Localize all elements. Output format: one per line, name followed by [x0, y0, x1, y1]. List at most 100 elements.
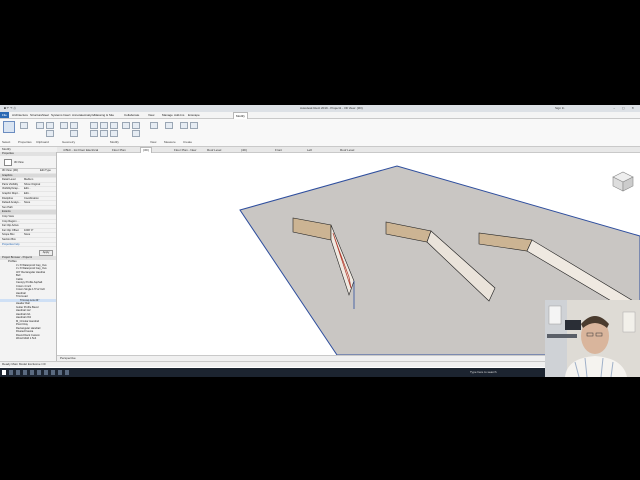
ribbon-tab-manage[interactable]: Manage — [162, 113, 173, 117]
ribbon-tab-systems[interactable]: Systems — [51, 113, 63, 117]
view-tab[interactable]: {4D} — [241, 148, 247, 152]
mirror-icon[interactable] — [110, 122, 118, 129]
ribbon-tab-view[interactable]: View — [148, 113, 154, 117]
panel-geometry: Geometry — [62, 140, 76, 144]
view-tab[interactable]: Floor Plan - New — [174, 148, 196, 152]
type-name: 3D View — [14, 161, 24, 164]
property-label: Detail Level — [2, 178, 16, 182]
property-label: Graphic Displ... — [2, 191, 20, 195]
title-bar: ◙ ↶ ↷ ⎙ Autodesk Revit 2019 - Project1 -… — [0, 105, 640, 112]
view-tab[interactable]: Roof Level — [340, 148, 354, 152]
project-browser: Project Browser - Project1 Profiles 3 x 8… — [0, 256, 56, 341]
align-icon[interactable] — [90, 122, 98, 129]
perspective-label[interactable]: Perspective — [60, 356, 76, 360]
window-controls[interactable]: – ▢ ✕ — [613, 106, 637, 110]
ribbon-tab-row: File Architecture Structure Steel Systems Ins… — [0, 112, 640, 119]
status-bar: Ready Main Model Exclusive ⊡0 — [0, 361, 640, 367]
ribbon-tab-collaborate[interactable]: Collaborate — [124, 113, 139, 117]
view-tab[interactable]: Floor Plan — [112, 148, 126, 152]
create-parts-icon[interactable] — [190, 122, 198, 129]
properties-help-link[interactable]: Properties help — [0, 243, 56, 248]
panel-measure: Measure — [164, 140, 176, 144]
browser-item[interactable]: Wood Mold 1.5x4 — [0, 337, 56, 341]
ribbon-tab-architecture[interactable]: Architecture — [12, 113, 28, 117]
modify-tool-icon[interactable] — [3, 121, 15, 133]
property-value[interactable]: None — [24, 233, 30, 237]
property-label: Crop View — [2, 214, 14, 218]
property-value[interactable]: 1000' 0" — [24, 229, 33, 233]
ribbon-tab-file[interactable]: File — [0, 112, 9, 118]
property-value[interactable]: Medium — [24, 178, 33, 182]
properties-icon[interactable] — [20, 122, 28, 129]
copy-icon[interactable] — [46, 130, 54, 137]
property-value[interactable]: Edit... — [24, 187, 31, 191]
mail-icon[interactable] — [30, 370, 34, 375]
windows-taskbar: Type here to search — [0, 368, 640, 377]
ribbon-tab-structure[interactable]: Structure — [30, 113, 42, 117]
property-value[interactable]: Show Original — [24, 183, 40, 187]
panel-select: Select — [2, 140, 11, 144]
trim-icon[interactable] — [110, 130, 118, 137]
measure-icon[interactable] — [165, 122, 173, 129]
ribbon-tab-annotate[interactable]: Annotate — [72, 113, 84, 117]
property-label: Discipline — [2, 196, 14, 200]
ribbon-tab-add-ins[interactable]: Add-Ins — [174, 113, 184, 117]
join-icon[interactable] — [60, 122, 68, 129]
quick-access-toolbar[interactable]: ◙ ↶ ↷ ⎙ — [4, 106, 16, 110]
split-icon[interactable] — [122, 122, 130, 129]
status-text: Ready Main Model Exclusive ⊡0 — [2, 362, 46, 366]
property-value[interactable]: Edit... — [24, 192, 31, 196]
ribbon-tab-enscape[interactable]: Enscape — [188, 113, 200, 117]
property-label: Default Analys... — [2, 201, 21, 205]
panel-modify: Modify — [110, 140, 119, 144]
excel-icon[interactable] — [51, 370, 55, 375]
cut-geometry-icon[interactable] — [70, 130, 78, 137]
sign-in-link[interactable]: Sign In — [555, 106, 564, 110]
panel-view: View — [150, 140, 157, 144]
taskbar-search[interactable]: Type here to search — [470, 370, 497, 374]
property-value[interactable]: Coordination — [24, 197, 39, 201]
ribbon-tab-steel[interactable]: Steel — [42, 113, 49, 117]
delete-icon[interactable] — [132, 130, 140, 137]
move-icon[interactable] — [90, 130, 98, 137]
panel-create: Create — [183, 140, 193, 144]
window-title: Autodesk Revit 2019 - Project1 - 3D View… — [300, 106, 363, 110]
viewcube-icon[interactable] — [612, 171, 634, 192]
ribbon-tab-modify[interactable]: Modify — [233, 112, 248, 119]
array-icon[interactable] — [132, 122, 140, 129]
view-tab[interactable]: Front — [275, 148, 282, 152]
property-value[interactable]: None — [24, 201, 30, 205]
rotate-icon[interactable] — [100, 130, 108, 137]
task-view-icon[interactable] — [9, 370, 13, 375]
offset-icon[interactable] — [100, 122, 108, 129]
view-icon[interactable] — [150, 122, 158, 129]
cope-icon[interactable] — [70, 122, 78, 129]
browser-icon[interactable] — [23, 370, 27, 375]
view-tab[interactable]: Roof Level — [207, 148, 221, 152]
property-label: Parts Visibility — [2, 182, 19, 186]
revit-window: ◙ ↶ ↷ ⎙ Autodesk Revit 2019 - Project1 -… — [0, 105, 640, 377]
start-icon[interactable] — [2, 370, 6, 375]
panel-clipboard: Clipboard — [36, 140, 49, 144]
property-label: Far Clip Active — [2, 224, 19, 228]
ribbon-tab-massing-site[interactable]: Massing & Site — [94, 113, 114, 117]
store-icon[interactable] — [37, 370, 41, 375]
edit-type-button[interactable]: Edit Type — [40, 169, 51, 173]
paste-icon[interactable] — [36, 122, 44, 129]
property-label: Section Box — [2, 237, 16, 241]
options-bar-label: Modify — [2, 147, 11, 151]
word-icon[interactable] — [44, 370, 48, 375]
ribbon-tab-insert[interactable]: Insert — [63, 113, 71, 117]
type-selector[interactable]: 3D View — [0, 156, 56, 169]
cut-icon[interactable] — [46, 122, 54, 129]
ribbon: Select Properties Clipboard Geometry Mod… — [0, 119, 640, 147]
file-explorer-icon[interactable] — [16, 370, 20, 375]
view-tab[interactable]: 4 Bldr - 1st Floor Electrical — [63, 148, 98, 152]
recorder-icon[interactable] — [65, 370, 69, 375]
property-label: Far Clip Offset — [2, 228, 19, 232]
create-group-icon[interactable] — [180, 122, 188, 129]
property-label: Sun Path — [2, 205, 13, 209]
properties-palette: Properties 3D View 3D View: {3D} Edit Ty… — [0, 152, 57, 362]
revit-icon[interactable] — [58, 370, 62, 375]
view-tab[interactable]: Left — [307, 148, 312, 152]
